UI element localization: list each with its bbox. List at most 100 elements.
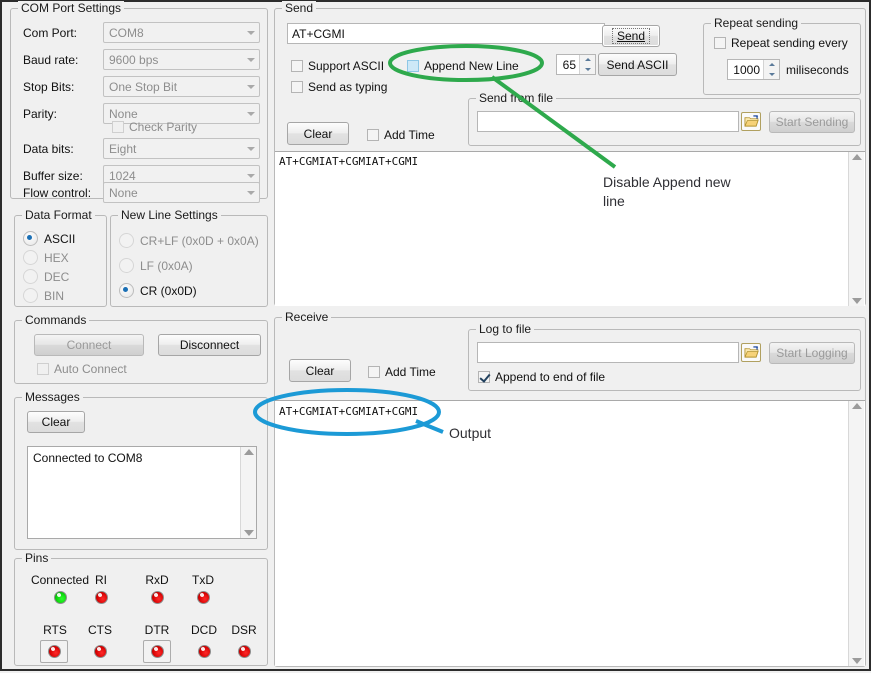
checkbox-box: [368, 366, 380, 378]
disconnect-label: Disconnect: [180, 338, 239, 352]
pin-label-rts: RTS: [35, 623, 75, 637]
send-button[interactable]: Send: [602, 25, 660, 47]
com-port-label: Com Port:: [23, 26, 77, 40]
char-count-value: 65: [557, 55, 579, 74]
send-title: Send: [282, 1, 316, 15]
pin-label-dcd: DCD: [182, 623, 226, 637]
chevron-down-icon: [242, 50, 259, 69]
stop-bits-select[interactable]: One Stop Bit: [103, 76, 260, 97]
radio-data-format-dec[interactable]: DEC: [23, 269, 69, 284]
send-log[interactable]: AT+CGMIAT+CGMIAT+CGMI: [275, 151, 865, 306]
radio-label: CR+LF (0x0D + 0x0A): [140, 234, 259, 248]
start-sending-button[interactable]: Start Sending: [769, 111, 855, 133]
stepper-down-icon[interactable]: [764, 70, 779, 80]
scroll-up-icon[interactable]: [244, 449, 254, 455]
chevron-down-icon: [242, 139, 259, 158]
connect-button[interactable]: Connect: [34, 334, 144, 356]
scroll-down-icon[interactable]: [852, 658, 862, 664]
flow-control-select[interactable]: None: [103, 182, 260, 203]
scroll-down-icon[interactable]: [852, 298, 862, 304]
send-as-typing-checkbox[interactable]: Send as typing: [291, 80, 387, 94]
radio-dot: [23, 231, 38, 246]
pin-label-dsr: DSR: [222, 623, 266, 637]
checkbox-box: [407, 60, 419, 72]
auto-connect-checkbox[interactable]: Auto Connect: [37, 362, 127, 376]
commands-title: Commands: [22, 313, 89, 327]
folder-open-glyph: [744, 115, 759, 128]
stepper-up-icon[interactable]: [580, 55, 595, 65]
radio-newline-lf[interactable]: LF (0x0A): [119, 258, 193, 273]
radio-dot: [23, 250, 38, 265]
new-line-settings-group: New Line Settings CR+LF (0x0D + 0x0A) LF…: [110, 215, 268, 307]
send-add-time-checkbox[interactable]: Add Time: [367, 128, 435, 142]
repeat-interval-stepper[interactable]: 1000: [727, 59, 780, 80]
receive-add-time-checkbox[interactable]: Add Time: [368, 365, 436, 379]
send-clear-label: Clear: [304, 127, 333, 141]
checkbox-box: [112, 121, 124, 133]
stepper-buttons[interactable]: [579, 55, 595, 74]
stepper-down-icon[interactable]: [580, 65, 595, 75]
receive-clear-label: Clear: [306, 364, 335, 378]
log-to-file-group: Log to file Start Logging Append to end …: [468, 329, 861, 391]
parity-label: Parity:: [23, 107, 57, 121]
receive-log[interactable]: AT+CGMIAT+CGMIAT+CGMI: [275, 400, 865, 666]
receive-title: Receive: [282, 310, 331, 324]
data-bits-select[interactable]: Eight: [103, 138, 260, 159]
connect-label: Connect: [67, 338, 112, 352]
receive-clear-button[interactable]: Clear: [289, 359, 351, 382]
send-clear-button[interactable]: Clear: [287, 122, 349, 145]
scroll-up-icon[interactable]: [852, 154, 862, 160]
send-ascii-button[interactable]: Send ASCII: [598, 53, 677, 76]
messages-clear-button[interactable]: Clear: [27, 411, 85, 433]
chevron-down-icon: [242, 23, 259, 42]
log-to-file-input[interactable]: [477, 342, 739, 363]
chevron-down-icon: [242, 77, 259, 96]
char-count-stepper[interactable]: 65: [556, 54, 596, 75]
append-new-line-checkbox[interactable]: Append New Line: [407, 59, 519, 73]
radio-data-format-bin[interactable]: BIN: [23, 288, 64, 303]
pin-led-ri: [95, 591, 108, 604]
repeat-sending-title: Repeat sending: [711, 16, 801, 30]
start-logging-label: Start Logging: [776, 346, 847, 360]
stop-bits-label: Stop Bits:: [23, 80, 74, 94]
messages-log[interactable]: Connected to COM8: [27, 446, 257, 539]
scroll-down-icon[interactable]: [244, 530, 254, 536]
send-log-scrollbar[interactable]: [848, 152, 864, 306]
pin-led-cts: [94, 645, 107, 658]
send-from-file-group: Send from file Start Sending: [468, 98, 861, 146]
messages-scrollbar[interactable]: [240, 447, 256, 538]
support-ascii-checkbox[interactable]: Support ASCII: [291, 59, 384, 73]
data-bits-value: Eight: [104, 142, 242, 156]
receive-log-scrollbar[interactable]: [848, 401, 864, 666]
append-to-end-checkbox[interactable]: Append to end of file: [478, 370, 605, 384]
chevron-down-icon: [242, 183, 259, 202]
folder-open-icon[interactable]: [741, 112, 761, 131]
stepper-up-icon[interactable]: [764, 60, 779, 70]
baud-rate-select[interactable]: 9600 bps: [103, 49, 260, 70]
radio-newline-cr[interactable]: CR (0x0D): [119, 283, 197, 298]
start-logging-button[interactable]: Start Logging: [769, 342, 855, 364]
com-port-select[interactable]: COM8: [103, 22, 260, 43]
send-command-value: AT+CGMI: [292, 27, 345, 41]
stepper-buttons[interactable]: [763, 60, 779, 79]
pin-led-rts: [48, 645, 61, 658]
folder-open-icon[interactable]: [741, 343, 761, 362]
radio-data-format-ascii[interactable]: ASCII: [23, 231, 75, 246]
data-format-title: Data Format: [22, 208, 95, 222]
repeat-sending-checkbox[interactable]: Repeat sending every: [714, 36, 848, 50]
checkbox-box: [291, 60, 303, 72]
send-command-input[interactable]: AT+CGMI: [287, 23, 605, 44]
pin-label-txd: TxD: [183, 573, 223, 587]
scroll-up-icon[interactable]: [852, 403, 862, 409]
pin-label-dtr[interactable]: DTR: [137, 623, 177, 637]
disconnect-button[interactable]: Disconnect: [158, 334, 261, 356]
repeat-unit-label: miliseconds: [786, 63, 849, 77]
pin-label-cts: CTS: [80, 623, 120, 637]
radio-newline-crlf[interactable]: CR+LF (0x0D + 0x0A): [119, 233, 259, 248]
checkbox-box: [37, 363, 49, 375]
check-parity-checkbox[interactable]: Check Parity: [112, 120, 197, 134]
radio-label: ASCII: [44, 232, 75, 246]
send-from-file-input[interactable]: [477, 111, 739, 132]
radio-data-format-hex[interactable]: HEX: [23, 250, 69, 265]
check-parity-label: Check Parity: [129, 120, 197, 134]
